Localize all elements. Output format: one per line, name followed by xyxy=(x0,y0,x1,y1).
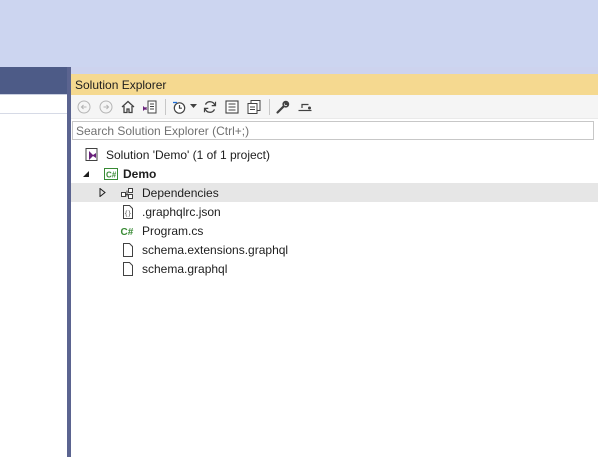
solution-label: Solution 'Demo' (1 of 1 project) xyxy=(106,147,270,162)
solution-explorer-panel: Solution Explorer Search Solution Explor… xyxy=(71,74,598,457)
forward-button[interactable] xyxy=(96,97,116,117)
wrench-icon xyxy=(276,100,290,114)
home-button[interactable] xyxy=(118,97,138,117)
home-icon xyxy=(121,100,135,113)
caret-down-icon xyxy=(189,104,197,108)
forward-arrow-icon xyxy=(99,100,113,113)
clock-icon xyxy=(173,101,186,114)
editor-nav-strip xyxy=(0,95,69,114)
pending-changes-dropdown[interactable] xyxy=(188,97,198,117)
preview-icon xyxy=(298,103,312,111)
switch-views-button[interactable] xyxy=(140,97,160,117)
collapse-all-button[interactable] xyxy=(222,97,242,117)
svg-text:C#: C# xyxy=(106,170,117,179)
collapse-all-icon xyxy=(225,99,239,114)
project-label: Demo xyxy=(123,166,157,181)
show-all-files-icon xyxy=(247,99,261,114)
csharp-file-icon: C# xyxy=(120,223,136,239)
tree-item-label: Dependencies xyxy=(142,185,219,200)
panel-title-bar[interactable]: Solution Explorer xyxy=(71,74,598,95)
tree-item-label: Program.cs xyxy=(142,223,204,238)
svg-text:C#: C# xyxy=(121,227,134,238)
tree-row-project[interactable]: C# Demo xyxy=(71,164,598,183)
tree-row-schema-extensions[interactable]: schema.extensions.graphql xyxy=(71,240,598,259)
show-all-files-button[interactable] xyxy=(244,97,264,117)
dependencies-icon xyxy=(120,185,136,201)
file-icon xyxy=(120,261,136,277)
json-file-icon: {} xyxy=(120,204,136,220)
document-tab-bar xyxy=(0,67,69,94)
preview-selected-button[interactable] xyxy=(295,97,315,117)
properties-button[interactable] xyxy=(273,97,293,117)
tree-item-label: .graphqlrc.json xyxy=(142,204,221,219)
expanded-arrow-icon[interactable] xyxy=(81,169,91,179)
solution-tree: Solution 'Demo' (1 of 1 project) C# Demo… xyxy=(71,145,598,278)
back-arrow-icon xyxy=(77,100,91,113)
search-box[interactable] xyxy=(72,121,594,140)
solution-explorer-toolbar xyxy=(71,95,598,119)
solution-icon xyxy=(84,147,100,163)
tree-item-label: schema.graphql xyxy=(142,261,228,276)
switch-views-icon xyxy=(143,100,157,113)
pending-changes-filter-button[interactable] xyxy=(169,97,189,117)
top-band xyxy=(0,0,598,67)
svg-text:{}: {} xyxy=(124,210,131,217)
toolbar-separator xyxy=(269,98,270,115)
tree-row-solution[interactable]: Solution 'Demo' (1 of 1 project) xyxy=(71,145,598,164)
back-button[interactable] xyxy=(74,97,94,117)
sync-icon xyxy=(203,100,217,113)
csharp-project-icon: C# xyxy=(103,166,119,182)
toolbar-separator xyxy=(165,98,166,115)
tree-item-label: schema.extensions.graphql xyxy=(142,242,289,257)
tree-row-dependencies[interactable]: Dependencies xyxy=(71,183,598,202)
collapsed-arrow-icon[interactable] xyxy=(97,188,107,198)
search-input[interactable] xyxy=(73,122,593,139)
sync-active-document-button[interactable] xyxy=(200,97,220,117)
panel-title: Solution Explorer xyxy=(75,77,167,92)
tree-row-schema[interactable]: schema.graphql xyxy=(71,259,598,278)
tree-row-program[interactable]: C# Program.cs xyxy=(71,221,598,240)
tree-row-graphqlrc[interactable]: {} .graphqlrc.json xyxy=(71,202,598,221)
editor-area xyxy=(0,67,69,457)
file-icon xyxy=(120,242,136,258)
